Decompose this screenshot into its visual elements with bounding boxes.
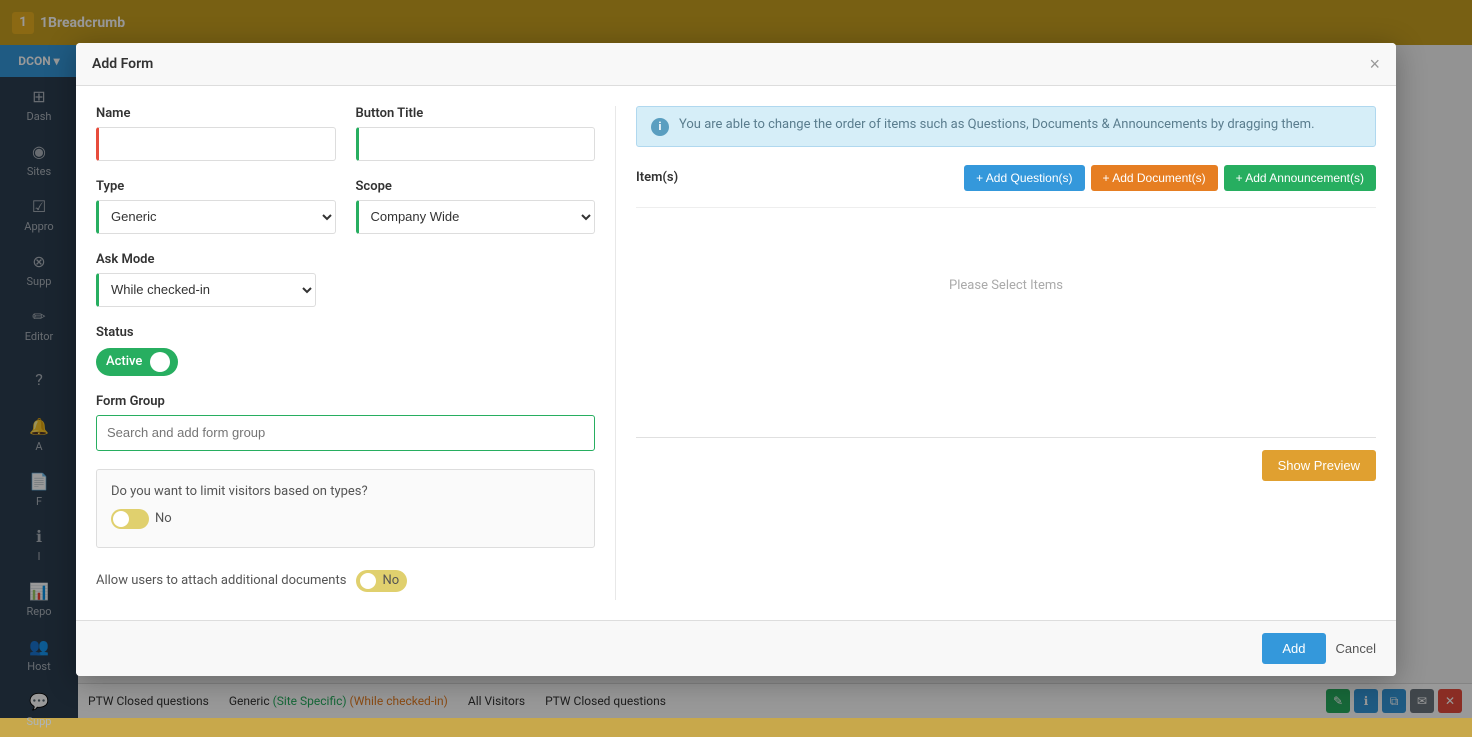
ask-mode-group: Ask Mode While checked-in Always Once [96, 252, 595, 307]
name-buttontitle-row: Name Button Title [96, 106, 595, 161]
scope-group: Scope Company Wide Site Specific [356, 179, 596, 234]
allow-attach-toggle-label: No [382, 573, 399, 588]
form-group-section: Form Group [96, 394, 595, 451]
allow-attach-toggle-circle [360, 573, 376, 589]
items-header: Item(s) + Add Question(s) + Add Document… [636, 165, 1376, 191]
status-active-text: Active [106, 354, 142, 369]
add-button[interactable]: Add [1262, 633, 1325, 664]
allow-attach-row: Allow users to attach additional documen… [96, 562, 595, 600]
modal-footer: Add Cancel [76, 620, 1396, 676]
form-group-search-input[interactable] [96, 415, 595, 451]
cancel-button[interactable]: Cancel [1336, 641, 1376, 656]
limit-toggle-track[interactable] [111, 509, 149, 529]
show-preview-button[interactable]: Show Preview [1262, 450, 1376, 481]
limit-visitors-text: Do you want to limit visitors based on t… [111, 484, 580, 499]
modal-body: Name Button Title Type Generic PTW [76, 86, 1396, 620]
add-question-button[interactable]: + Add Question(s) [964, 165, 1084, 191]
ask-mode-label: Ask Mode [96, 252, 595, 267]
info-text: You are able to change the order of item… [679, 117, 1315, 132]
scope-select[interactable]: Company Wide Site Specific [356, 200, 596, 234]
toggle-circle [150, 352, 170, 372]
scope-label: Scope [356, 179, 596, 194]
info-icon: i [651, 118, 669, 136]
add-announcement-button[interactable]: + Add Announcement(s) [1224, 165, 1376, 191]
add-form-modal: Add Form × Name Button Title [76, 43, 1396, 676]
name-label: Name [96, 106, 336, 121]
allow-attach-text: Allow users to attach additional documen… [96, 573, 346, 588]
status-label: Status [96, 325, 595, 340]
items-placeholder-text: Please Select Items [636, 218, 1376, 353]
show-preview-section: Show Preview [636, 437, 1376, 481]
modal-title: Add Form [92, 56, 153, 72]
form-right-panel: i You are able to change the order of it… [616, 106, 1376, 600]
button-title-input[interactable] [356, 127, 596, 161]
type-select[interactable]: Generic PTW Incident [96, 200, 336, 234]
ask-mode-select[interactable]: While checked-in Always Once [96, 273, 316, 307]
name-input[interactable] [96, 127, 336, 161]
modal-header: Add Form × [76, 43, 1396, 86]
limit-toggle-circle [113, 511, 129, 527]
status-toggle[interactable]: Active [96, 348, 178, 376]
form-left-panel: Name Button Title Type Generic PTW [96, 106, 616, 600]
type-scope-row: Type Generic PTW Incident Scope Company … [96, 179, 595, 234]
allow-attach-toggle[interactable]: No [356, 570, 407, 592]
button-title-group: Button Title [356, 106, 596, 161]
limit-toggle-label: No [155, 511, 172, 526]
add-document-button[interactable]: + Add Document(s) [1091, 165, 1218, 191]
items-label: Item(s) [636, 170, 678, 185]
items-area: Please Select Items [636, 207, 1376, 427]
status-section: Status Active [96, 325, 595, 376]
info-banner: i You are able to change the order of it… [636, 106, 1376, 147]
limit-toggle[interactable]: No [111, 509, 172, 529]
type-label: Type [96, 179, 336, 194]
items-actions: + Add Question(s) + Add Document(s) + Ad… [964, 165, 1376, 191]
name-group: Name [96, 106, 336, 161]
modal-overlay: Add Form × Name Button Title [0, 0, 1472, 718]
type-group: Type Generic PTW Incident [96, 179, 336, 234]
button-title-label: Button Title [356, 106, 596, 121]
limit-visitors-box: Do you want to limit visitors based on t… [96, 469, 595, 548]
form-group-label: Form Group [96, 394, 595, 409]
modal-close-button[interactable]: × [1369, 55, 1380, 73]
